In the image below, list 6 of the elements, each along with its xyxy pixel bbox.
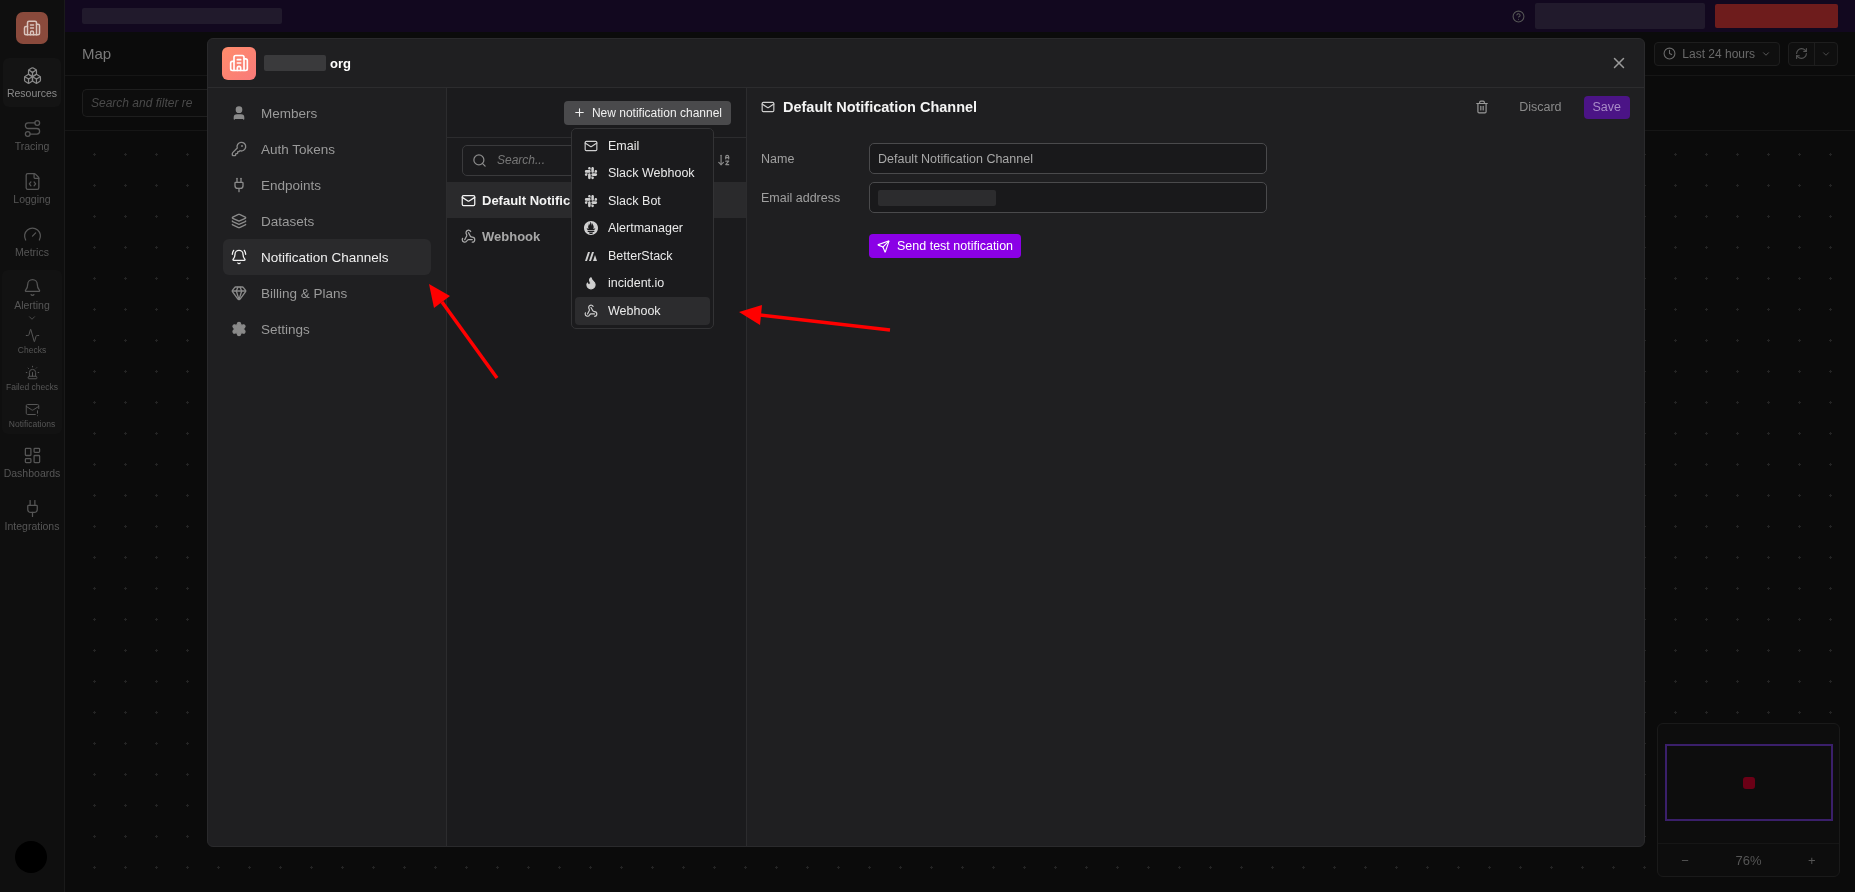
page-title: Map (82, 45, 112, 62)
org-name: org (330, 55, 351, 71)
channel-title: Default Notification Channel (783, 99, 978, 115)
zoom-level: 76% (1735, 852, 1762, 868)
field-label: Email address (761, 190, 842, 205)
field-label: Name (761, 151, 796, 166)
